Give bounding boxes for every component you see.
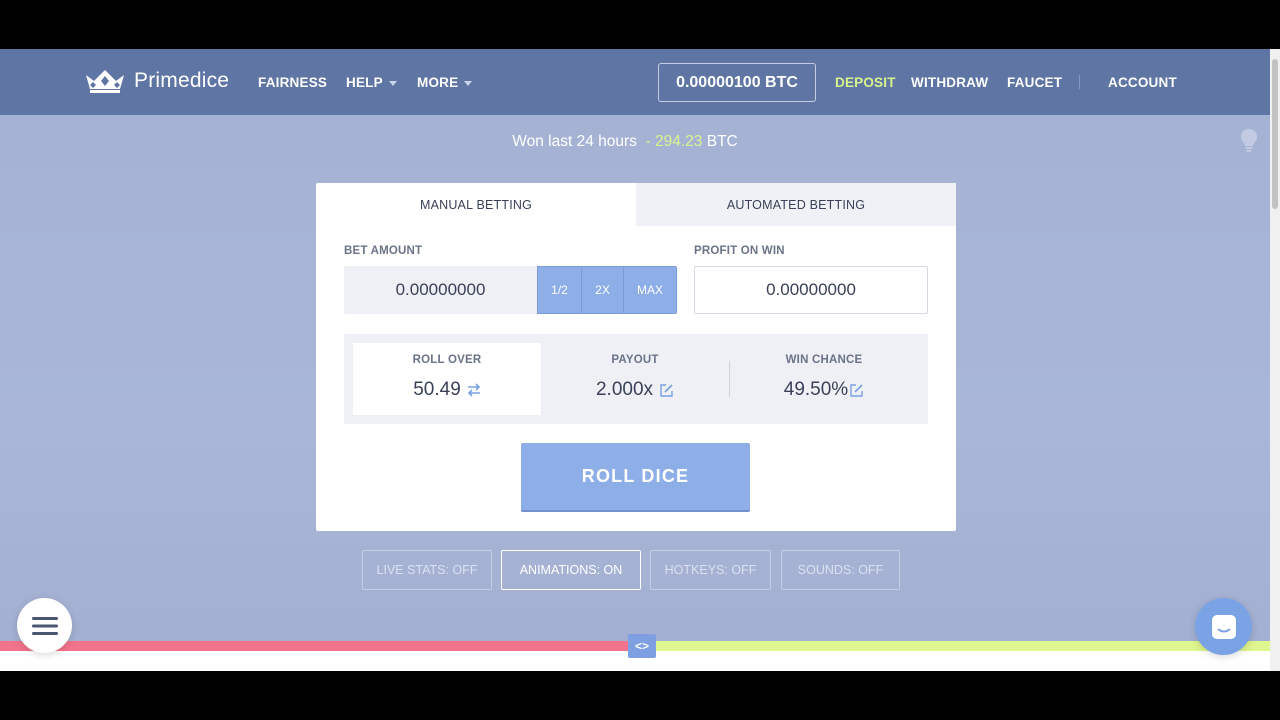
nav-help-label: HELP — [346, 75, 383, 90]
nav-account[interactable]: ACCOUNT — [1108, 75, 1177, 90]
win-chance-label: WIN CHANCE — [785, 354, 863, 366]
swap-arrows-icon[interactable] — [467, 383, 481, 397]
win-range-bar — [654, 641, 1270, 651]
won-banner: Won last 24 hours - 294.23 BTC — [0, 133, 1250, 151]
nav-more[interactable]: MORE — [417, 75, 473, 90]
win-chance-box[interactable]: WIN CHANCE 49.50% — [730, 343, 918, 415]
hamburger-icon — [31, 616, 58, 635]
brand-name: Primedice — [134, 69, 230, 92]
edit-icon[interactable] — [849, 383, 864, 398]
chevron-down-icon — [388, 80, 397, 86]
live-stats-toggle[interactable]: LIVE STATS: OFF — [362, 550, 492, 590]
tab-manual-betting[interactable]: MANUAL BETTING — [316, 183, 636, 226]
won-label: Won last 24 hours — [512, 133, 637, 150]
crown-icon — [86, 70, 124, 93]
profit-on-win-label: PROFIT ON WIN — [694, 245, 785, 257]
payout-box[interactable]: PAYOUT 2.000x — [541, 343, 729, 415]
max-bet-button[interactable]: MAX — [624, 267, 676, 313]
chat-button[interactable] — [1195, 598, 1252, 655]
sounds-toggle[interactable]: SOUNDS: OFF — [781, 550, 900, 590]
win-chance-value: 49.50% — [783, 379, 849, 400]
won-dash: - — [645, 133, 651, 150]
payout-value: 2.000x — [595, 379, 654, 400]
nav-more-label: MORE — [417, 75, 459, 90]
dice-stats-panel: ROLL OVER 50.49 PAYOUT 2.000x WIN CHANCE… — [344, 334, 928, 424]
payout-label: PAYOUT — [611, 354, 659, 366]
balance-display[interactable]: 0.00000100 BTC — [658, 63, 816, 102]
bet-amount-label: BET AMOUNT — [344, 245, 423, 257]
double-bet-button[interactable]: 2X — [582, 267, 624, 313]
lightbulb-icon[interactable] — [1240, 128, 1258, 159]
nav-faucet[interactable]: FAUCET — [1007, 75, 1062, 90]
chevron-down-icon — [464, 80, 473, 86]
hotkeys-toggle[interactable]: HOTKEYS: OFF — [650, 550, 771, 590]
nav-fairness[interactable]: FAIRNESS — [258, 75, 327, 90]
lose-range-bar — [0, 641, 630, 651]
profit-on-win-input[interactable]: 0.00000000 — [694, 266, 928, 314]
scrollbar-thumb[interactable] — [1272, 59, 1278, 209]
betting-card: MANUAL BETTING AUTOMATED BETTING BET AMO… — [316, 183, 956, 531]
roll-over-box[interactable]: ROLL OVER 50.49 — [353, 343, 541, 415]
brand-logo[interactable]: Primedice — [84, 67, 229, 95]
chat-icon — [1211, 614, 1236, 639]
top-nav: Primedice FAIRNESS HELP MORE 0.00000100 … — [0, 49, 1270, 115]
tab-automated-betting[interactable]: AUTOMATED BETTING — [636, 183, 956, 226]
half-bet-button[interactable]: 1/2 — [538, 267, 582, 313]
nav-deposit[interactable]: DEPOSIT — [835, 75, 896, 90]
roll-over-label: ROLL OVER — [412, 354, 482, 366]
roll-over-value: 50.49 — [413, 379, 461, 400]
nav-withdraw[interactable]: WITHDRAW — [911, 75, 988, 90]
won-currency: BTC — [706, 133, 738, 150]
nav-help[interactable]: HELP — [346, 75, 397, 90]
animations-toggle[interactable]: ANIMATIONS: ON — [501, 550, 641, 590]
edit-icon[interactable] — [659, 383, 674, 398]
app-viewport: Primedice FAIRNESS HELP MORE 0.00000100 … — [0, 49, 1280, 671]
slider-handle[interactable]: <> — [628, 634, 656, 658]
won-amount: 294.23 — [655, 133, 703, 150]
bet-amount-input[interactable]: 0.00000000 — [344, 266, 537, 314]
roll-dice-button[interactable]: ROLL DICE — [521, 443, 750, 512]
menu-button[interactable] — [17, 598, 72, 653]
betting-tabs: MANUAL BETTING AUTOMATED BETTING — [316, 183, 956, 226]
nav-divider — [1079, 75, 1080, 89]
bet-modifier-group: 1/2 2X MAX — [537, 266, 677, 314]
